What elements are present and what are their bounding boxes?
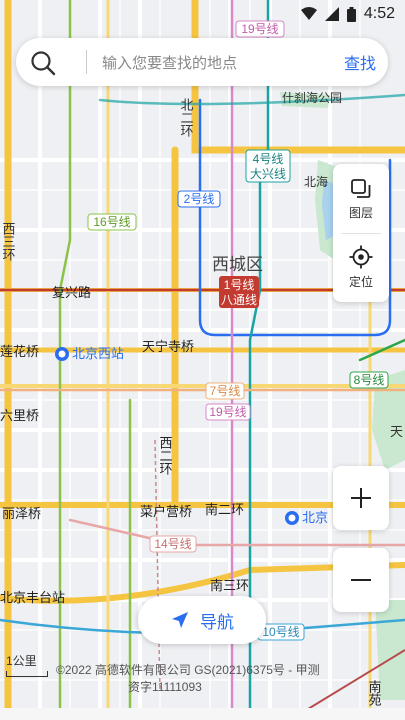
copyright-line-2: 资字11111093 [128, 680, 202, 694]
map-tools-panel: 图层 定位 [333, 164, 389, 302]
locate-button[interactable]: 定位 [333, 234, 389, 300]
beijingnan-label: 北京 [302, 510, 328, 525]
wifi-icon [300, 7, 317, 20]
line8-badge: 8号线 [349, 371, 389, 389]
svg-text:8号线: 8号线 [354, 373, 385, 387]
layers-icon [351, 178, 371, 198]
layers-button[interactable]: 图层 [333, 166, 389, 232]
svg-text:1号线: 1号线 [224, 278, 255, 292]
line1-badge: 1号线八通线 [219, 276, 259, 308]
search-input[interactable] [100, 49, 344, 77]
nansanhuan-label: 南三环 [210, 578, 249, 593]
map-copyright: ©2022 高德软件有限公司 GS(2021)6375号 - 甲测 资字1111… [56, 662, 356, 696]
svg-text:2号线: 2号线 [184, 192, 215, 206]
metro-station-icon [285, 511, 299, 525]
minus-icon [351, 579, 371, 581]
district-label: 西城区 [212, 255, 263, 274]
navigation-arrow-icon [172, 612, 188, 628]
signal-icon [324, 7, 339, 21]
tianningsi-label: 天宁寺桥 [142, 339, 194, 354]
status-time: 4:52 [363, 5, 395, 22]
line16-badge: 16号线 [87, 213, 137, 231]
locate-icon [349, 245, 373, 268]
scale-bar [6, 671, 48, 677]
svg-text:16号线: 16号线 [93, 215, 130, 229]
line19-mid-badge: 19号线 [205, 403, 251, 421]
nanerhuan-label: 南二环 [205, 502, 244, 517]
navigation-button[interactable]: 导航 [138, 596, 266, 644]
search-button[interactable]: 查找 [342, 48, 378, 76]
search-icon [31, 51, 56, 76]
line2-badge: 2号线 [177, 190, 221, 208]
fengtai-label: 北京丰台站 [0, 590, 65, 605]
zoom-in-button[interactable] [333, 466, 389, 530]
battery-icon [346, 6, 356, 22]
map-scale: 1公里 [6, 652, 50, 677]
svg-text:10号线: 10号线 [262, 625, 299, 639]
caihuying-label: 菜户营桥 [140, 504, 192, 519]
svg-text:7号线: 7号线 [210, 384, 241, 398]
xierhuan-label: 西二环 [158, 436, 173, 475]
scale-label: 1公里 [6, 654, 37, 668]
tian-label: 天 [390, 424, 403, 439]
shichahai-label: 什刹海公园 [282, 90, 342, 105]
copyright-line-1: ©2022 高德软件有限公司 GS(2021)6375号 - 甲测 [56, 663, 320, 677]
beijingxi-label: 北京西站 [72, 346, 124, 361]
lianhuaqiao-label: 莲花桥 [0, 344, 39, 359]
locate-label: 定位 [348, 274, 373, 289]
metro-station-icon [55, 347, 69, 361]
beiertuan-label: 北二环 [179, 98, 194, 137]
beihai-label: 北海 [304, 174, 328, 189]
line7-badge: 7号线 [205, 382, 245, 400]
fuxinglu-label: 复兴路 [52, 285, 91, 300]
svg-text:19号线: 19号线 [209, 405, 246, 419]
xisanhuan-label: 西三环 [1, 222, 16, 261]
line14-badge: 14号线 [149, 535, 197, 553]
lizeqiao-label: 丽泽桥 [2, 506, 41, 521]
svg-text:八通线: 八通线 [221, 293, 257, 307]
layers-label: 图层 [348, 205, 373, 220]
zoom-out-button[interactable] [333, 548, 389, 612]
search-divider [86, 50, 87, 74]
svg-text:大兴线: 大兴线 [250, 167, 286, 181]
nanyuan-label: 南苑 [367, 679, 382, 707]
liuliqiao-label: 六里桥 [0, 408, 39, 423]
bottom-nav-edge [0, 708, 405, 720]
svg-text:4号线: 4号线 [253, 152, 284, 166]
status-bar: 4:52 [0, 0, 405, 30]
line4-badge: 4号线大兴线 [245, 149, 291, 183]
search-bar: 查找 [16, 38, 388, 86]
plus-icon [351, 488, 371, 508]
navigation-label: 导航 [200, 612, 234, 632]
svg-text:14号线: 14号线 [154, 537, 191, 551]
